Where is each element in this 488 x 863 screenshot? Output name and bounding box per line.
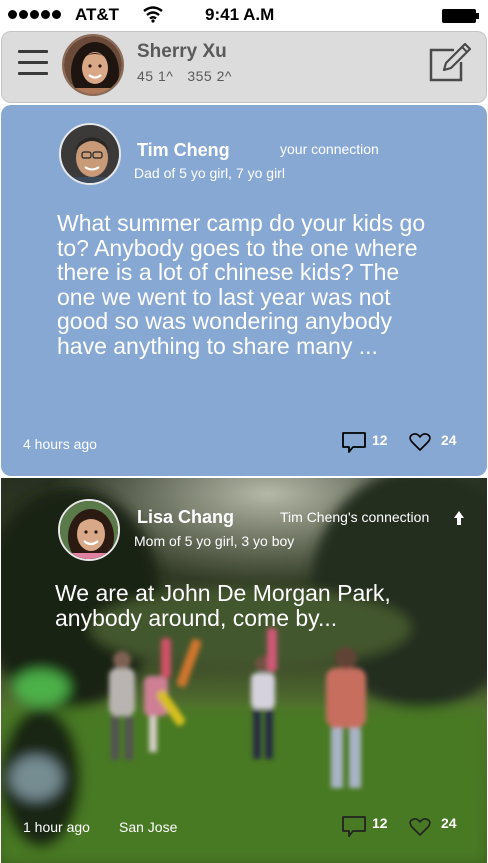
carrier-name: AT&T bbox=[75, 5, 120, 24]
post-card[interactable]: Tim Cheng your connection Dad of 5 yo gi… bbox=[1, 105, 487, 476]
comment-count: 12 bbox=[372, 432, 388, 448]
status-bar: AT&T 9:41 A.M bbox=[0, 0, 488, 30]
author-description: Mom of 5 yo girl, 3 yo boy bbox=[134, 533, 295, 549]
post-text-line: anybody around, come by... bbox=[55, 604, 338, 631]
author-name[interactable]: Tim Cheng bbox=[137, 140, 230, 161]
post-text-line: one we went to last year was not bbox=[57, 283, 391, 310]
connection-label: your connection bbox=[280, 141, 379, 157]
wifi-icon bbox=[143, 6, 163, 23]
heart-icon[interactable] bbox=[409, 817, 431, 837]
post-timestamp: 1 hour ago bbox=[23, 819, 90, 835]
post-text-line: there is a lot of chinese kids? The bbox=[57, 259, 400, 285]
author-description: Dad of 5 yo girl, 7 yo girl bbox=[134, 165, 285, 181]
speech-bubble-icon[interactable] bbox=[341, 815, 367, 839]
heart-icon[interactable] bbox=[409, 432, 431, 452]
connection-label: Tim Cheng's connection bbox=[280, 509, 430, 525]
like-count: 24 bbox=[441, 432, 457, 448]
hamburger-menu-icon[interactable] bbox=[18, 50, 48, 76]
user-stat-1: 45 1^ bbox=[137, 68, 174, 84]
speech-bubble-icon[interactable] bbox=[341, 431, 367, 455]
post-text-line: We are at John De Morgan Park, bbox=[55, 580, 391, 606]
like-count: 24 bbox=[441, 815, 457, 831]
author-name[interactable]: Lisa Chang bbox=[137, 507, 234, 528]
comment-count: 12 bbox=[372, 815, 388, 831]
post-card[interactable]: Lisa Chang Tim Cheng's connection Mom of… bbox=[1, 478, 487, 863]
post-text-line: good so was wondering anybody bbox=[57, 308, 393, 334]
up-arrow-icon bbox=[454, 511, 464, 525]
post-location: San Jose bbox=[119, 819, 178, 835]
status-time: 9:41 A.M bbox=[205, 5, 275, 24]
user-avatar[interactable] bbox=[62, 34, 124, 96]
post-text-line: to? Anybody goes to the one where bbox=[57, 234, 418, 261]
post-text: What summer camp do your kids go to? Any… bbox=[57, 211, 425, 358]
user-stat-2: 355 2^ bbox=[187, 68, 232, 84]
profile-header: Sherry Xu 45 1^ 355 2^ bbox=[1, 31, 487, 103]
user-name: Sherry Xu bbox=[137, 41, 227, 62]
user-stats: 45 1^ 355 2^ bbox=[137, 68, 232, 84]
post-timestamp: 4 hours ago bbox=[23, 436, 97, 452]
compose-icon[interactable] bbox=[427, 40, 473, 84]
battery-icon bbox=[442, 9, 480, 23]
signal-strength-icon bbox=[8, 10, 61, 19]
author-avatar[interactable] bbox=[59, 123, 121, 185]
post-text-line: What summer camp do your kids go bbox=[57, 210, 426, 236]
post-text: We are at John De Morgan Park, anybody a… bbox=[55, 581, 391, 630]
post-text-line: have anything to share many ... bbox=[57, 332, 378, 359]
author-avatar[interactable] bbox=[58, 499, 120, 561]
